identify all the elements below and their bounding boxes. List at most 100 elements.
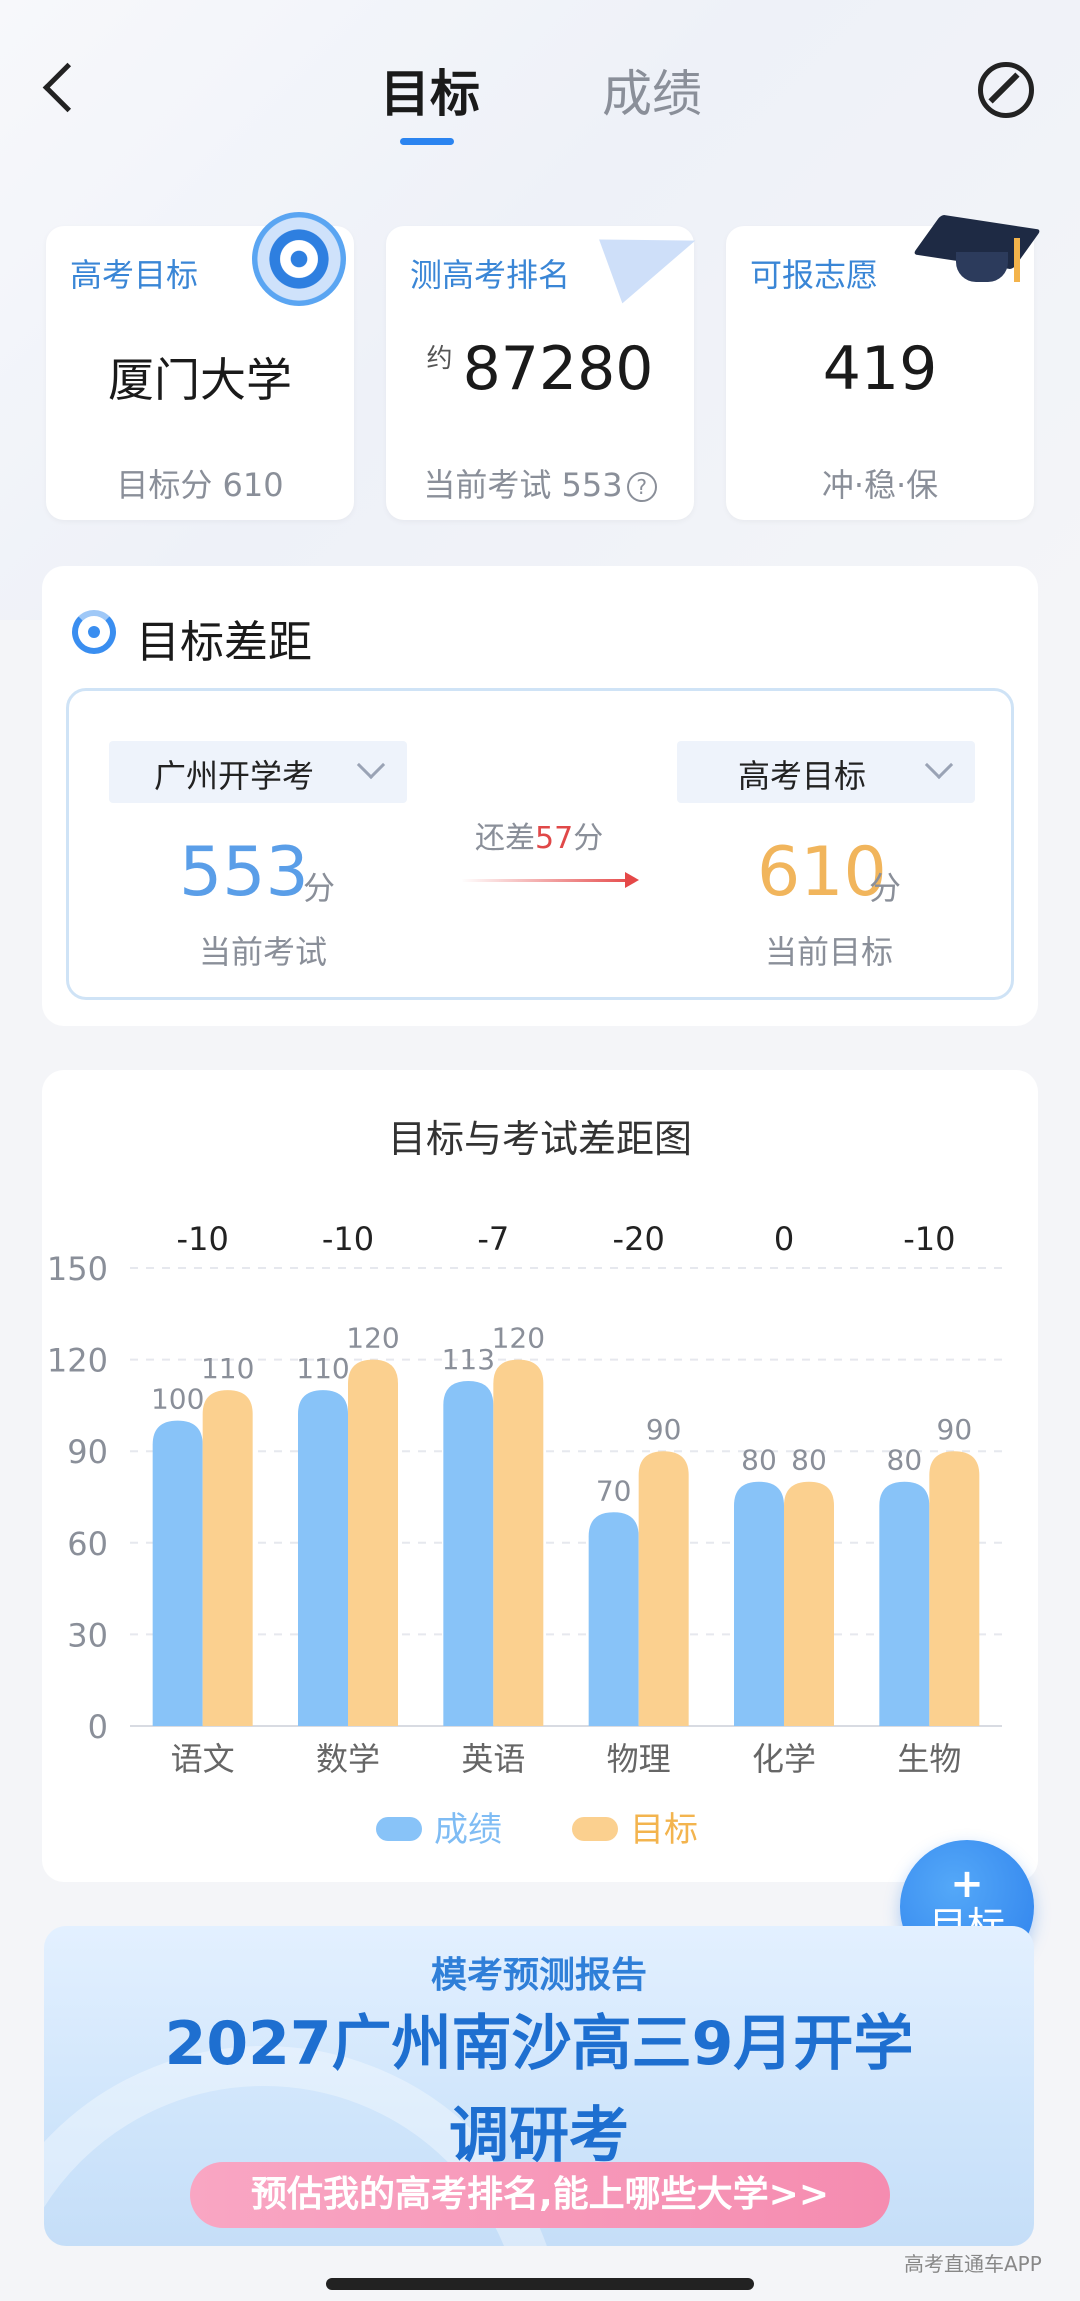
gap-comparison-box: 广州开学考 高考目标 还差57分 553 分 当前考试 610 分 当前目标 xyxy=(66,688,1014,1000)
difference-label: -10 xyxy=(903,1220,955,1258)
volunteer-count: 419 xyxy=(822,334,938,404)
y-tick-label: 90 xyxy=(67,1433,108,1471)
bar-score xyxy=(152,1420,203,1726)
x-tick-label: 物理 xyxy=(607,1740,671,1778)
active-tab-indicator xyxy=(400,138,454,145)
bar-value-label: 80 xyxy=(791,1444,827,1477)
top-bar: 目标 成绩 xyxy=(0,0,1080,170)
gap-chart-section: 目标与考试差距图 0 30 60 90 120 150 100 110 语文 -10 110 120 数… xyxy=(42,1070,1038,1882)
x-tick-label: 生物 xyxy=(897,1740,961,1778)
rank-card-label: 测高考排名 xyxy=(410,256,571,294)
bar-value-label: 80 xyxy=(741,1444,777,1477)
bar-value-label: 90 xyxy=(646,1413,682,1446)
current-score-caption: 当前考试 xyxy=(199,933,328,971)
help-icon[interactable]: ? xyxy=(626,472,657,502)
target-score-caption: 当前目标 xyxy=(765,933,894,971)
gap-bar-chart: 0306090120150100110语文-10110120数学-1011312… xyxy=(47,1220,1002,1778)
target-card-label: 高考目标 xyxy=(70,256,199,294)
target-select-label: 高考目标 xyxy=(737,757,866,795)
target-select[interactable]: 高考目标 xyxy=(677,741,975,803)
target-gap-section: 目标差距 广州开学考 高考目标 还差57分 553 分 当前考试 610 分 当… xyxy=(42,566,1038,1026)
bar-value-label: 100 xyxy=(151,1383,204,1416)
arrow-right-icon xyxy=(461,872,639,888)
target-gap-icon xyxy=(72,610,116,654)
rank-prefix: 约 xyxy=(426,344,453,374)
diff-value: 57 xyxy=(535,821,574,856)
volunteer-sub: 冲·稳·保 xyxy=(821,466,939,504)
target-score-unit: 分 xyxy=(869,869,902,907)
bar-value-label: 70 xyxy=(596,1474,632,1507)
rank-number: 87280 xyxy=(462,334,654,404)
target-score: 目标分 610 xyxy=(116,466,284,504)
banner-subtitle: 模考预测报告 xyxy=(430,1955,647,1996)
x-tick-label: 语文 xyxy=(171,1740,235,1778)
x-tick-label: 英语 xyxy=(461,1740,525,1778)
difference-label: -10 xyxy=(177,1220,229,1258)
y-tick-label: 120 xyxy=(47,1342,108,1380)
difference-label: -10 xyxy=(322,1220,374,1258)
difference-label: -7 xyxy=(477,1220,509,1258)
bar-score xyxy=(298,1390,348,1726)
bar-target xyxy=(638,1451,689,1726)
plus-icon: + xyxy=(950,1861,984,1907)
legend-target-label: 目标 xyxy=(630,1810,698,1850)
mock-exam-banner[interactable]: 模考预测报告 2027广州南沙高三9月开学 调研考 预估我的高考排名,能上哪些大… xyxy=(44,1926,1034,2246)
banner-cta-button[interactable]: 预估我的高考排名,能上哪些大学>> xyxy=(190,2162,890,2228)
bar-value-label: 90 xyxy=(937,1413,973,1446)
bar-value-label: 120 xyxy=(492,1322,545,1355)
y-tick-label: 30 xyxy=(67,1616,108,1654)
edit-icon[interactable] xyxy=(978,62,1034,118)
legend-score[interactable]: 成绩 xyxy=(376,1802,502,1851)
y-tick-label: 60 xyxy=(67,1525,108,1563)
rank-card[interactable]: 测高考排名 约 87280 当前考试 553? xyxy=(386,208,707,520)
dartboard-icon xyxy=(252,212,346,306)
bar-score xyxy=(879,1481,930,1726)
legend-score-swatch xyxy=(376,1817,422,1841)
diff-suffix: 分 xyxy=(573,821,604,856)
bar-target xyxy=(348,1359,398,1726)
bar-value-label: 113 xyxy=(442,1343,495,1376)
watermark: 高考直通车APP xyxy=(904,2252,1042,2276)
target-card[interactable]: 高考目标 厦门大学 目标分 610 xyxy=(46,212,354,520)
rank-current-exam: 当前考试 553 xyxy=(423,466,623,504)
current-score-unit: 分 xyxy=(303,869,336,907)
score-difference: 还差57分 xyxy=(475,813,603,857)
bar-score xyxy=(734,1481,784,1726)
difference-label: 0 xyxy=(774,1220,794,1258)
bar-score xyxy=(443,1380,494,1726)
chevron-down-icon xyxy=(924,750,954,780)
rank-value: 约 87280 xyxy=(386,334,694,404)
rank-sub: 当前考试 553? xyxy=(386,460,694,506)
bar-target xyxy=(929,1451,980,1726)
tab-target[interactable]: 目标 xyxy=(380,54,480,126)
home-indicator xyxy=(326,2278,754,2290)
banner-title-line1: 2027广州南沙高三9月开学 xyxy=(164,2009,914,2079)
legend-score-label: 成绩 xyxy=(434,1810,502,1850)
bar-target xyxy=(493,1359,544,1726)
chevron-down-icon xyxy=(356,750,386,780)
bar-value-label: 120 xyxy=(346,1322,399,1355)
x-tick-label: 数学 xyxy=(316,1740,380,1778)
target-gap-title: 目标差距 xyxy=(136,617,312,668)
bar-value-label: 80 xyxy=(887,1444,923,1477)
x-tick-label: 化学 xyxy=(752,1740,816,1778)
y-tick-label: 150 xyxy=(47,1250,108,1288)
target-university: 厦门大学 xyxy=(108,353,292,407)
target-score-big: 610 xyxy=(757,833,887,912)
current-score: 553 xyxy=(179,833,309,912)
bar-target xyxy=(202,1390,253,1726)
volunteer-card[interactable]: 可报志愿 419 冲·稳·保 xyxy=(726,214,1042,520)
diff-prefix: 还差 xyxy=(475,821,535,856)
exam-select[interactable]: 广州开学考 xyxy=(109,741,407,803)
legend-target[interactable]: 目标 xyxy=(572,1802,698,1851)
bar-value-label: 110 xyxy=(296,1352,349,1385)
exam-select-label: 广州开学考 xyxy=(153,757,314,795)
tab-score[interactable]: 成绩 xyxy=(602,54,702,126)
graduation-cap-icon xyxy=(912,214,1042,288)
bar-score xyxy=(588,1512,639,1726)
back-icon[interactable] xyxy=(36,58,80,122)
y-tick-label: 0 xyxy=(88,1708,108,1746)
banner-title: 2027广州南沙高三9月开学 调研考 xyxy=(44,1998,1034,2182)
bar-value-label: 110 xyxy=(201,1352,254,1385)
difference-label: -20 xyxy=(613,1220,665,1258)
